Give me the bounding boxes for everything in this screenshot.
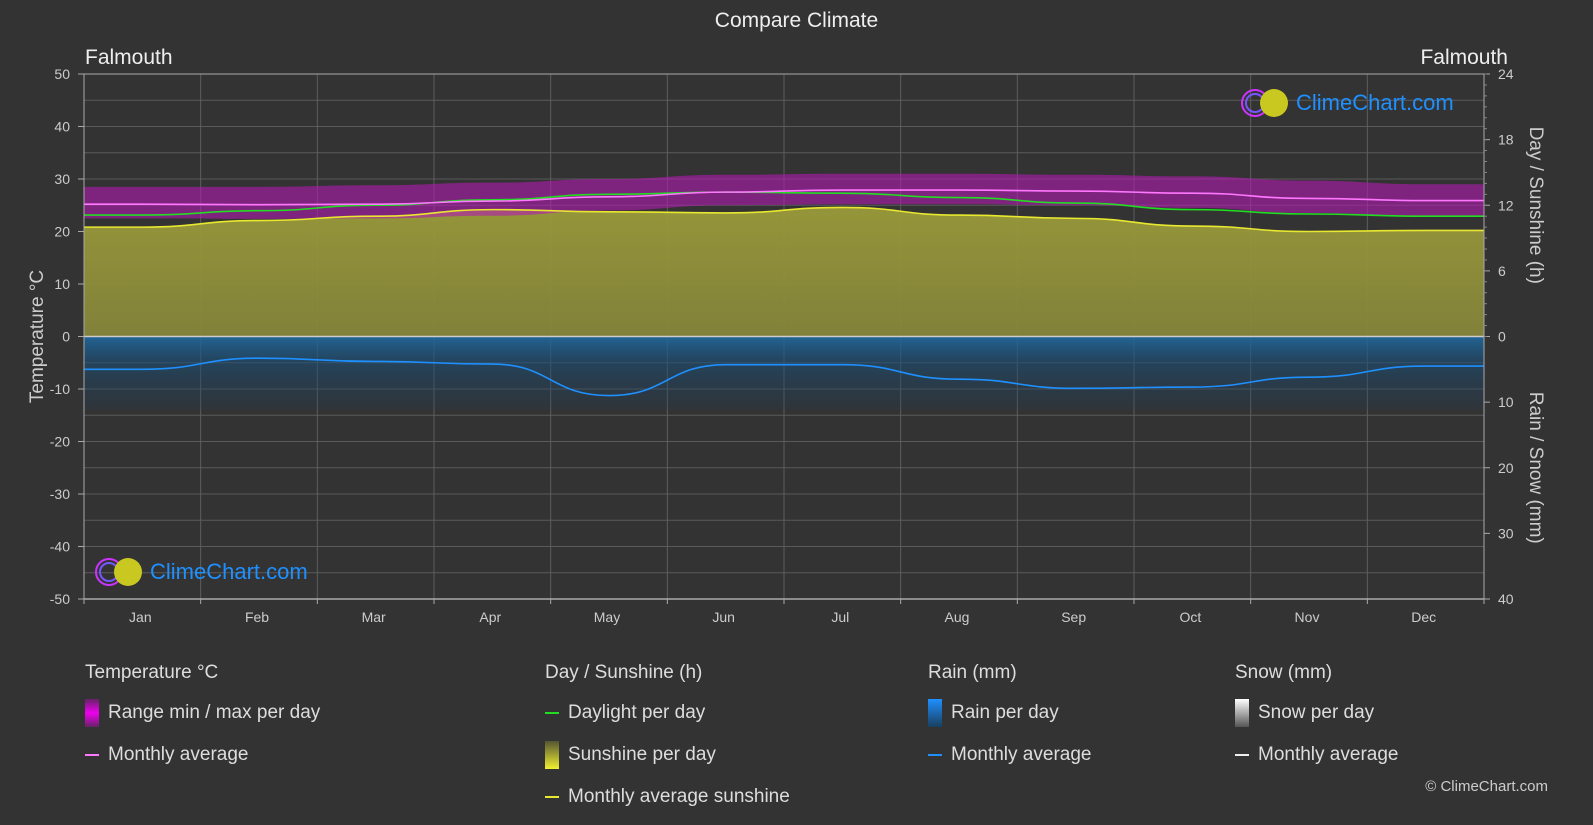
right-tick-label: 0 [1498,329,1506,345]
month-label: Jan [129,609,152,625]
left-tick-label: 30 [54,171,70,187]
legend-label: Monthly average [951,744,1092,765]
month-label: May [594,609,620,625]
climechart-logo-icon [1241,89,1288,117]
sunshine-area [84,207,1484,337]
right-tick-label: 30 [1498,525,1514,541]
legend-snow: Snow (mm) Snow per day Monthly average [1235,662,1398,774]
right-tick-label: 18 [1498,132,1514,148]
y-axis-title-sunshine: Day / Sunshine (h) [1525,127,1546,284]
legend-temperature: Temperature °C Range min / max per day M… [85,662,320,774]
month-label: Aug [945,609,970,625]
sunshine-swatch-icon [545,741,559,769]
month-label: Oct [1179,609,1201,625]
range-swatch-icon [85,699,99,727]
copyright: © ClimeChart.com [1425,778,1548,795]
climechart-logo-icon [95,558,142,586]
legend-label: Monthly average [108,744,249,765]
legend-label: Daylight per day [568,702,706,723]
line-swatch-icon [1235,754,1249,756]
legend-title: Rain (mm) [928,662,1017,683]
rain-area [84,336,1484,410]
line-swatch-icon [545,796,559,798]
left-tick-label: 50 [54,66,70,82]
legend-label: Monthly average sunshine [568,786,790,807]
right-tick-label: 12 [1498,197,1514,213]
left-tick-label: -40 [50,539,70,555]
legend-title: Day / Sunshine (h) [545,662,703,683]
legend-label: Sunshine per day [568,744,716,765]
right-tick-label: 20 [1498,460,1514,476]
right-tick-label: 24 [1498,66,1514,82]
month-label: Sep [1061,609,1086,625]
legend-label: Rain per day [951,702,1059,723]
legend-item: Snow per day [1235,694,1398,732]
y-axis-title-temperature: Temperature °C [27,270,48,403]
legend-rain: Rain (mm) Rain per day Monthly average [928,662,1091,774]
month-label: Jul [831,609,849,625]
watermark-text: ClimeChart.com [150,559,308,584]
line-swatch-icon [85,754,99,756]
watermark-logo-top: ClimeChart.com [1240,88,1454,118]
legend-item: Sunshine per day [545,736,790,774]
y-axis-title-rain-snow: Rain / Snow (mm) [1525,392,1546,544]
line-swatch-icon [545,712,559,714]
month-label: Dec [1411,609,1436,625]
left-tick-label: 10 [54,276,70,292]
legend-item: Monthly average [1235,736,1398,774]
line-swatch-icon [928,754,942,756]
legend-title: Snow (mm) [1235,662,1333,683]
left-tick-label: 0 [62,329,70,345]
legend-item: Range min / max per day [85,694,320,732]
left-tick-label: 20 [54,224,70,240]
legend-sunshine: Day / Sunshine (h) Daylight per day Suns… [545,662,790,816]
month-label: Feb [245,609,269,625]
right-tick-label: 10 [1498,394,1514,410]
left-tick-label: 40 [54,119,70,135]
left-tick-label: -50 [50,591,70,607]
legend-item: Rain per day [928,694,1091,732]
left-tick-label: -20 [50,434,70,450]
legend-title: Temperature °C [85,662,219,683]
legend-label: Monthly average [1258,744,1399,765]
legend-item: Monthly average [928,736,1091,774]
right-tick-label: 6 [1498,263,1506,279]
month-label: Apr [479,609,501,625]
right-tick-label: 40 [1498,591,1514,607]
month-label: Jun [712,609,735,625]
month-label: Nov [1295,609,1320,625]
legend-item: Monthly average [85,736,320,774]
month-label: Mar [362,609,386,625]
legend-label: Snow per day [1258,702,1375,723]
left-tick-label: -30 [50,486,70,502]
legend-label: Range min / max per day [108,702,321,723]
watermark-text: ClimeChart.com [1296,90,1454,115]
left-tick-label: -10 [50,381,70,397]
rain-swatch-icon [928,699,942,727]
legend-item: Monthly average sunshine [545,778,790,816]
watermark-logo-bottom: ClimeChart.com [94,557,308,587]
snow-swatch-icon [1235,699,1249,727]
legend-item: Daylight per day [545,694,790,732]
